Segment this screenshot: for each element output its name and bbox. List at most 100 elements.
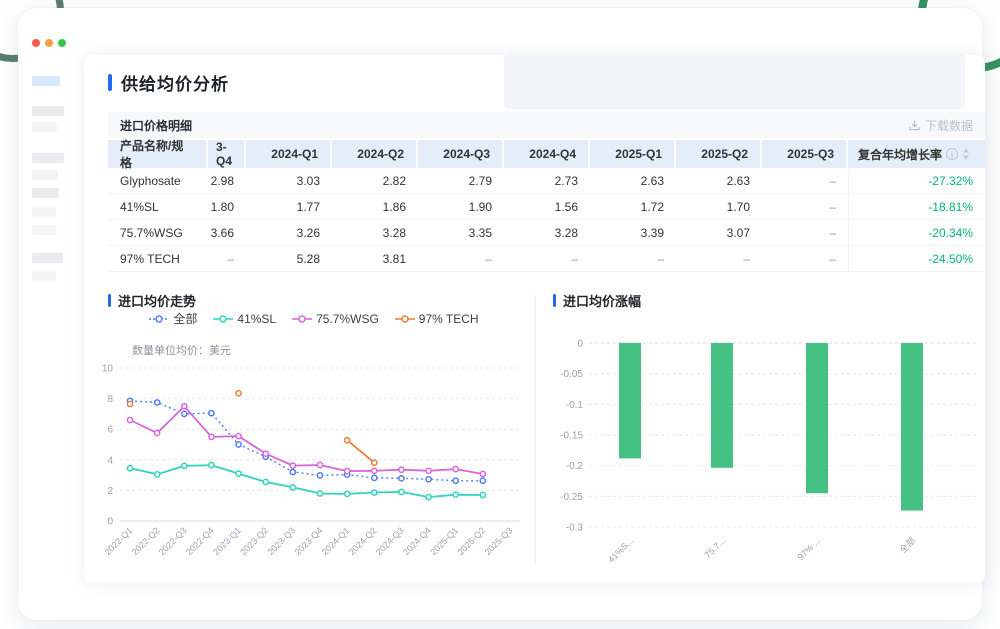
data-point (345, 438, 350, 443)
data-point (480, 471, 485, 476)
chart-accent-bar (553, 294, 556, 307)
table-toolbar: 进口价格明细 下载数据 (108, 112, 985, 138)
x-axis-tick-label: 2024-Q1 (320, 525, 352, 557)
data-point (182, 404, 187, 409)
data-point (399, 489, 404, 494)
line-chart-title-row: 进口均价走势 (108, 291, 196, 310)
sidebar-skeleton-item (32, 253, 63, 263)
price-cell: – (762, 168, 848, 193)
price-cell: 3.07 (676, 220, 762, 245)
sidebar-skeleton-item (32, 153, 64, 163)
price-cell: 2.82 (332, 168, 418, 193)
table-title: 进口价格明细 (120, 117, 192, 134)
x-axis-tick-label: 2023-Q4 (293, 525, 325, 557)
price-cell: 1.77 (246, 194, 332, 219)
price-cell: 3.26 (246, 220, 332, 245)
price-cell: 1.86 (332, 194, 418, 219)
info-icon[interactable]: i (946, 148, 958, 160)
column-header-period: 2024-Q3 (418, 140, 504, 168)
data-point (127, 466, 132, 471)
data-point (426, 495, 431, 500)
column-header-label: 2025-Q3 (787, 147, 834, 161)
price-cell: 3.39 (590, 220, 676, 245)
sidebar-skeleton-item (32, 207, 56, 217)
table-row: 75.7%WSG3.663.263.283.353.283.393.07–-20… (108, 220, 985, 246)
legend-marker (395, 314, 415, 324)
data-point (182, 411, 187, 416)
price-cell: 5.28 (246, 246, 332, 271)
cagr-cell: -20.34% (848, 220, 985, 245)
download-label: 下载数据 (925, 117, 973, 134)
x-axis-tick-label: 全部 (897, 535, 918, 556)
column-header-period: 2025-Q3 (762, 140, 848, 168)
sidebar-skeleton-item (32, 106, 64, 116)
x-axis-tick-label: 2022-Q2 (130, 525, 162, 557)
header-placeholder-band (504, 53, 965, 109)
legend-item[interactable]: 全部 (149, 310, 197, 327)
y-axis-tick-label: 0 (107, 517, 113, 528)
legend-item[interactable]: 41%SL (213, 312, 276, 326)
import-price-table-section: 进口价格明细 下载数据 产品名称/规格3-Q42024-Q12024-Q2202… (108, 112, 985, 272)
column-header-label: 2025-Q2 (701, 147, 748, 161)
x-axis-tick-label: 2024-Q2 (347, 525, 379, 557)
data-point (453, 492, 458, 497)
y-axis-tick-label: 10 (102, 364, 114, 375)
price-cell: 2.73 (504, 168, 590, 193)
data-point (453, 478, 458, 483)
price-cell: – (676, 246, 762, 271)
y-axis-tick-label: 6 (107, 425, 113, 436)
x-axis-tick-label: 41%S... (606, 535, 635, 563)
legend-dot (299, 316, 305, 322)
data-point (209, 463, 214, 468)
y-axis-tick-label: -0.05 (560, 369, 583, 380)
x-axis-tick-label: 75.7... (703, 535, 728, 560)
price-cell: 3.81 (332, 246, 418, 271)
table-row: 41%SL1.801.771.861.901.561.721.70–-18.81… (108, 194, 985, 220)
download-data-button[interactable]: 下载数据 (908, 117, 973, 134)
app-window: 供给均价分析 进口价格明细 下载数据 产品名称/规格3-Q42024-Q1202… (18, 8, 982, 620)
column-header-period: 2024-Q2 (332, 140, 418, 168)
x-axis-tick-label: 2022-Q1 (103, 525, 135, 557)
y-axis-tick-label: 8 (107, 394, 113, 405)
legend-label: 全部 (173, 310, 197, 327)
price-cell: 1.72 (590, 194, 676, 219)
legend-dot (156, 316, 162, 322)
legend-item[interactable]: 75.7%WSG (292, 312, 379, 326)
sidebar-skeleton-item (32, 271, 56, 281)
sidebar-skeleton-item (32, 225, 57, 235)
legend-label: 41%SL (237, 312, 276, 326)
sidebar-skeleton-item (32, 188, 59, 198)
price-cell: 2.63 (590, 168, 676, 193)
cagr-cell: -27.32% (848, 168, 985, 193)
line-chart-title: 进口均价走势 (118, 291, 196, 310)
x-axis-tick-label: 97% ... (796, 535, 823, 562)
data-point (372, 460, 377, 465)
price-cell: – (504, 246, 590, 271)
legend-label: 97% TECH (419, 312, 479, 326)
y-axis-tick-label: 0 (577, 339, 583, 350)
legend-item[interactable]: 97% TECH (395, 312, 479, 326)
bar (901, 343, 923, 511)
data-point (127, 401, 132, 406)
product-name-cell: Glyphosate (108, 168, 208, 193)
data-point (399, 467, 404, 472)
x-axis-tick-label: 2025-Q2 (455, 525, 487, 557)
data-point (372, 468, 377, 473)
column-header-label: 复合年均增长率 (858, 146, 942, 163)
sidebar-skeleton (18, 8, 84, 620)
cagr-cell: -18.81% (848, 194, 985, 219)
data-point (426, 468, 431, 473)
bar-chart-title: 进口均价涨幅 (563, 291, 641, 310)
table-row: Glyphosate2.983.032.822.792.732.632.63–-… (108, 168, 985, 194)
data-point (236, 433, 241, 438)
import-price-change-chart: 0-0.05-0.1-0.15-0.2-0.25-0.341%S...75.7.… (539, 323, 985, 563)
y-axis-tick-label: -0.1 (566, 400, 584, 411)
sidebar-skeleton-item (32, 122, 57, 132)
sort-icon[interactable] (962, 148, 970, 160)
x-axis-tick-label: 2023-Q3 (265, 525, 297, 557)
import-price-trend-chart: 02468102022-Q12022-Q22022-Q32022-Q42023-… (94, 350, 534, 582)
data-point (372, 475, 377, 480)
data-point (263, 479, 268, 484)
column-header-label: 3-Q4 (216, 140, 232, 168)
data-point (236, 391, 241, 396)
